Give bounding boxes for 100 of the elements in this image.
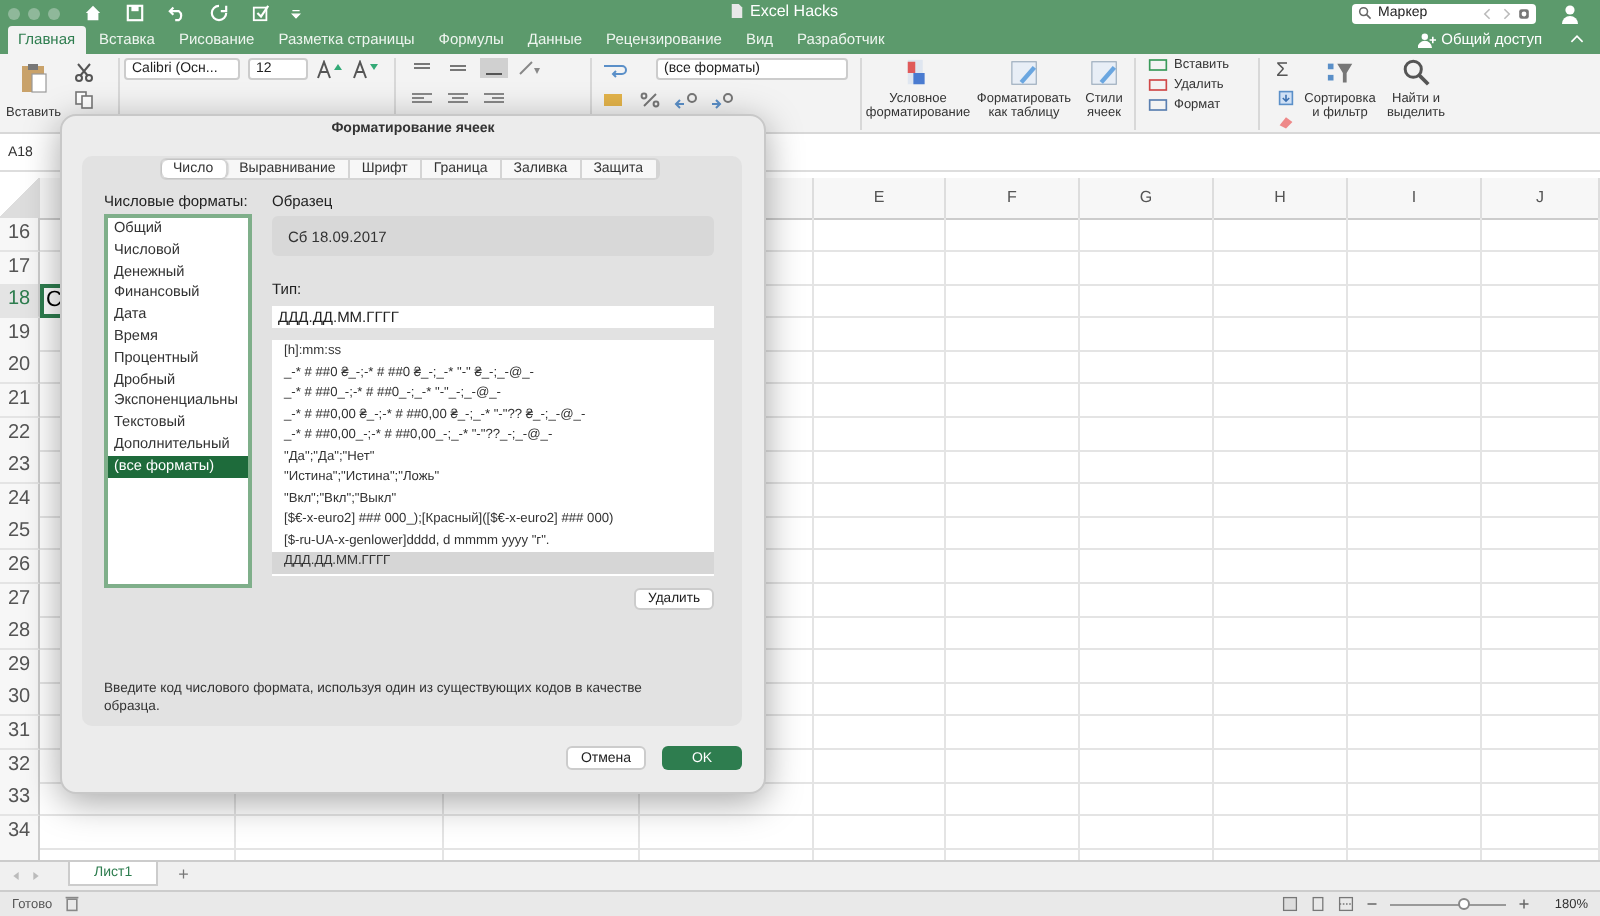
grid-cell bbox=[1080, 350, 1214, 385]
grid-cell bbox=[1482, 649, 1600, 684]
home-icon[interactable] bbox=[84, 4, 102, 22]
row-header[interactable]: 32 bbox=[0, 749, 40, 783]
grid-cell bbox=[1348, 251, 1482, 286]
next-sheet-icon[interactable] bbox=[32, 870, 40, 882]
align-bottom-icon[interactable] bbox=[480, 58, 508, 78]
cut-icon[interactable] bbox=[73, 62, 94, 82]
undo-icon[interactable] bbox=[168, 4, 186, 22]
checklist-icon[interactable] bbox=[252, 4, 270, 22]
row-header[interactable]: 26 bbox=[0, 549, 40, 584]
normal-view-icon[interactable] bbox=[1282, 896, 1299, 912]
grid-cell bbox=[1214, 350, 1348, 385]
row-header[interactable]: 24 bbox=[0, 483, 40, 518]
add-sheet-button[interactable]: + bbox=[178, 862, 189, 886]
grid-cell bbox=[1214, 616, 1348, 651]
grid-cell bbox=[1080, 815, 1214, 850]
orientation-icon[interactable] bbox=[516, 58, 544, 78]
column-header[interactable]: I bbox=[1348, 178, 1482, 220]
grid-cell bbox=[1080, 483, 1214, 518]
grid-cell bbox=[1080, 549, 1214, 584]
grid-cell bbox=[1482, 549, 1600, 584]
row-header[interactable]: 22 bbox=[0, 417, 40, 452]
currency-icon[interactable] bbox=[600, 90, 628, 110]
row-header[interactable]: 21 bbox=[0, 383, 40, 418]
grid-cell bbox=[1080, 682, 1214, 717]
collapse-icon[interactable] bbox=[1570, 34, 1584, 44]
grid-cell bbox=[814, 749, 946, 783]
grid-cell bbox=[1482, 715, 1600, 750]
grid-cell bbox=[1214, 450, 1348, 485]
increase-decimal-icon[interactable] bbox=[672, 90, 700, 110]
column-header[interactable]: J bbox=[1482, 178, 1600, 220]
person-icon[interactable] bbox=[1560, 3, 1580, 23]
row-header[interactable]: 34 bbox=[0, 815, 40, 850]
percent-icon[interactable] bbox=[636, 90, 664, 110]
grid-cell bbox=[1482, 317, 1600, 352]
next-icon[interactable] bbox=[1500, 5, 1512, 21]
align-right-icon[interactable] bbox=[480, 88, 508, 108]
row-header[interactable]: 28 bbox=[0, 616, 40, 651]
copy-icon[interactable] bbox=[73, 90, 94, 110]
grid-cell bbox=[1482, 251, 1600, 286]
row-header[interactable]: 17 bbox=[0, 251, 40, 286]
redo-icon[interactable] bbox=[210, 4, 228, 22]
row-header[interactable]: 19 bbox=[0, 317, 40, 352]
align-left-icon[interactable] bbox=[408, 88, 436, 108]
search-icon bbox=[1358, 6, 1372, 20]
column-header[interactable]: H bbox=[1214, 178, 1348, 220]
previous-sheet-icon[interactable] bbox=[12, 870, 20, 882]
customize-icon[interactable] bbox=[290, 4, 302, 22]
autosum-button[interactable]: Σ bbox=[1276, 62, 1296, 82]
zoom-slider-thumb[interactable] bbox=[1457, 897, 1470, 909]
row-header[interactable]: 16 bbox=[0, 218, 40, 252]
grid-cell bbox=[1482, 218, 1600, 252]
page-layout-icon[interactable] bbox=[1310, 896, 1327, 912]
grid-cell bbox=[1080, 450, 1214, 485]
zoom-out-icon[interactable] bbox=[1366, 898, 1379, 910]
row-header[interactable]: 29 bbox=[0, 649, 40, 684]
grid-cell bbox=[1348, 649, 1482, 684]
wrap-text-icon[interactable] bbox=[600, 59, 628, 79]
grid-cell bbox=[814, 715, 946, 750]
row-header[interactable]: 20 bbox=[0, 350, 40, 385]
grid-cell bbox=[1348, 682, 1482, 717]
align-center-icon[interactable] bbox=[444, 88, 472, 108]
grid-cell bbox=[1080, 516, 1214, 551]
grid-cell bbox=[1348, 749, 1482, 783]
row-header[interactable]: 23 bbox=[0, 450, 40, 485]
decrease-font-icon[interactable] bbox=[352, 59, 380, 79]
previous-icon[interactable] bbox=[1482, 5, 1494, 21]
grid-cell bbox=[1482, 284, 1600, 319]
eraser-icon[interactable] bbox=[1276, 114, 1296, 130]
row-header[interactable]: 25 bbox=[0, 516, 40, 551]
column-header[interactable]: F bbox=[946, 178, 1080, 220]
increase-font-icon[interactable] bbox=[316, 59, 344, 79]
grid-cell bbox=[1348, 782, 1482, 817]
settings-icon[interactable] bbox=[1518, 5, 1530, 21]
grid-cell bbox=[814, 350, 946, 385]
row-header[interactable]: 27 bbox=[0, 583, 40, 618]
decrease-decimal-icon[interactable] bbox=[708, 90, 736, 110]
grid-cell bbox=[1482, 383, 1600, 418]
search-icon bbox=[1401, 58, 1431, 88]
row-header[interactable]: 33 bbox=[0, 782, 40, 817]
grid-cell bbox=[814, 483, 946, 518]
grid-cell bbox=[1348, 383, 1482, 418]
grid-cell bbox=[1214, 682, 1348, 717]
grid-cell bbox=[1080, 616, 1214, 651]
row-header[interactable]: 18 bbox=[0, 284, 40, 319]
fill-icon[interactable] bbox=[1276, 90, 1296, 106]
grid-cell bbox=[1080, 317, 1214, 352]
grid-cell bbox=[1080, 782, 1214, 817]
column-header[interactable]: E bbox=[814, 178, 946, 220]
column-header[interactable]: G bbox=[1080, 178, 1214, 220]
grid-cell bbox=[814, 417, 946, 452]
grid-cell bbox=[1482, 815, 1600, 850]
zoom-in-icon[interactable] bbox=[1518, 898, 1531, 910]
macro-record-icon[interactable] bbox=[64, 896, 81, 912]
row-header[interactable]: 30 bbox=[0, 682, 40, 717]
save-icon[interactable] bbox=[126, 4, 144, 22]
grid-cell bbox=[814, 284, 946, 319]
row-header[interactable]: 31 bbox=[0, 715, 40, 750]
page-break-icon[interactable] bbox=[1338, 896, 1355, 912]
